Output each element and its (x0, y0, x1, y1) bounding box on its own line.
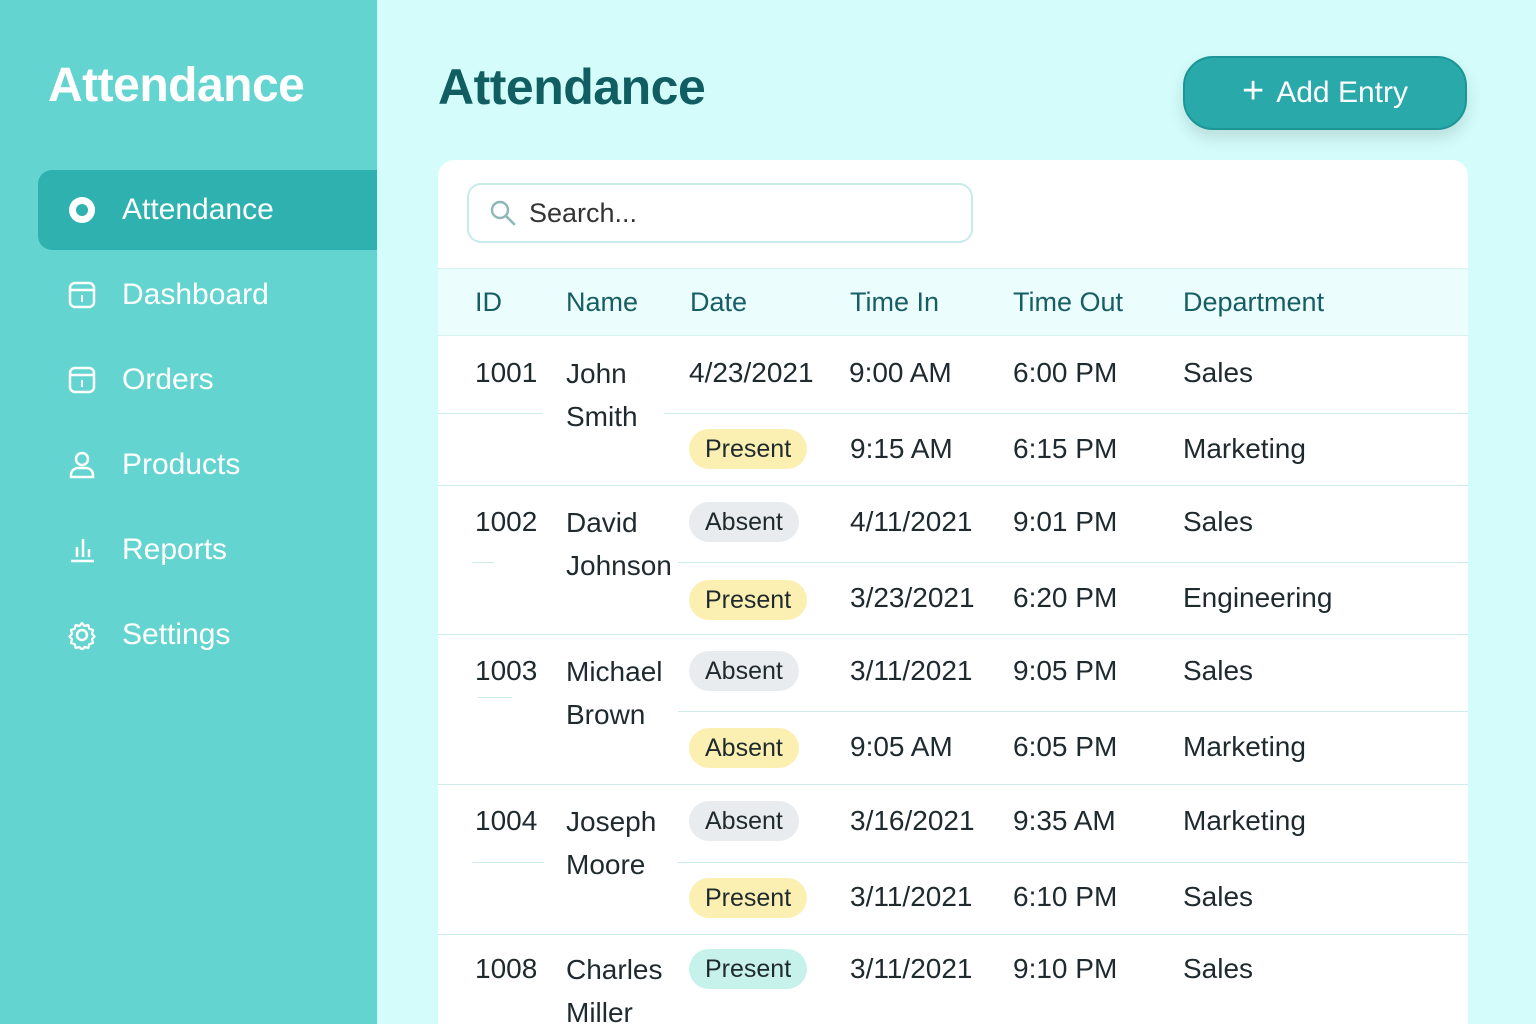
cell-time-in: 9:05 AM (850, 731, 953, 762)
cell-date: 3/23/2021 (850, 582, 975, 613)
radio-dot-icon (66, 194, 98, 226)
cell-id: 1002 (475, 506, 538, 537)
sidebar-item-dashboard[interactable]: Dashboard (38, 255, 377, 335)
page-title: Attendance (438, 59, 706, 115)
gear-icon (66, 619, 98, 651)
sidebar-item-label: Settings (122, 618, 231, 651)
column-header-time-out[interactable]: Time Out (1013, 287, 1123, 318)
cell-date: 4/11/2021 (850, 506, 973, 537)
sidebar-item-orders[interactable]: Orders (38, 340, 377, 420)
status-badge: Present (689, 949, 808, 989)
table-header: ID Name Date Time In Time Out Department (438, 268, 1468, 336)
status-badge: Absent (689, 651, 799, 691)
cell-time-out: 9:01 PM (1013, 506, 1118, 537)
cell-time-out: 6:20 PM (1013, 582, 1118, 613)
cell-name: Joseph Moore (566, 806, 657, 880)
cell-department: Marketing (1183, 731, 1306, 762)
table-row[interactable]: 1001 John Smith 4/23/2021 9:00 AM 6:00 P… (438, 337, 1468, 486)
cell-time-out: 6:05 PM (1013, 731, 1118, 762)
cell-date: 3/11/2021 (850, 953, 973, 984)
status-badge: Present (689, 580, 808, 620)
row-divider (678, 711, 1468, 712)
column-header-date[interactable]: Date (690, 287, 747, 318)
status-badge: Present (689, 429, 808, 469)
cell-date: 3/11/2021 (850, 881, 973, 912)
status-badge: Absent (689, 502, 799, 542)
bar-chart-icon (66, 534, 98, 566)
column-header-department[interactable]: Department (1183, 287, 1324, 318)
cell-time-out: 9:10 PM (1013, 953, 1118, 984)
cell-time-in: 9:00 AM (849, 357, 952, 388)
row-divider (678, 862, 1468, 863)
column-header-time-in[interactable]: Time In (850, 287, 939, 318)
sidebar-item-label: Orders (122, 363, 214, 396)
calendar-icon (66, 364, 98, 396)
row-divider (472, 862, 544, 863)
sidebar-item-reports[interactable]: Reports (38, 510, 377, 590)
row-divider (472, 562, 494, 563)
user-icon (66, 449, 98, 481)
row-divider (478, 697, 512, 698)
column-header-id[interactable]: ID (475, 287, 502, 318)
cell-id: 1008 (475, 953, 538, 984)
cell-time-out: 6:15 PM (1013, 433, 1118, 464)
cell-department: Sales (1183, 881, 1254, 912)
column-header-name[interactable]: Name (566, 287, 638, 318)
table-row[interactable]: 1003 Michael Brown Absent 3/11/2021 9:05… (438, 635, 1468, 785)
search-icon (490, 200, 516, 226)
cell-id: 1001 (475, 357, 538, 388)
status-badge: Absent (689, 801, 799, 841)
cell-name: John Smith (566, 358, 638, 432)
row-divider (664, 413, 1468, 414)
sidebar-item-settings[interactable]: Settings (38, 595, 377, 675)
sidebar-item-label: Attendance (122, 193, 274, 226)
cell-time-out: 9:35 AM (1013, 805, 1116, 836)
row-divider (678, 562, 1468, 563)
sidebar-item-attendance[interactable]: Attendance (38, 170, 377, 250)
attendance-card: ID Name Date Time In Time Out Department… (438, 160, 1468, 1024)
cell-department: Sales (1183, 655, 1254, 686)
status-badge: Present (689, 878, 808, 918)
cell-department: Sales (1183, 506, 1254, 537)
status-badge: Absent (689, 728, 799, 768)
cell-department: Sales (1183, 357, 1254, 388)
cell-time-out: 6:10 PM (1013, 881, 1118, 912)
table-row[interactable]: 1004 Joseph Moore Absent 3/16/2021 9:35 … (438, 785, 1468, 935)
search-box[interactable] (467, 183, 973, 243)
sidebar-item-label: Reports (122, 533, 228, 566)
sidebar-item-products[interactable]: Products (38, 425, 377, 505)
sidebar-item-label: Products (122, 448, 241, 481)
sidebar: Attendance Attendance Dashboard Orders P… (0, 0, 377, 1024)
search-input[interactable] (529, 197, 949, 229)
cell-time-out: 6:00 PM (1013, 357, 1118, 388)
sidebar-nav: Attendance Dashboard Orders Products Rep… (38, 170, 377, 680)
cell-name: David Johnson (566, 507, 672, 581)
cell-name: Michael Brown (566, 656, 663, 730)
cell-time-in: 9:15 AM (850, 433, 953, 464)
table-row[interactable]: 1002 David Johnson Absent 4/11/2021 9:01… (438, 486, 1468, 635)
app-brand: Attendance (48, 59, 305, 112)
table-row[interactable]: 1008 Charles Miller Present 3/11/2021 9:… (438, 935, 1468, 1024)
sidebar-item-label: Dashboard (122, 278, 269, 311)
row-divider (438, 413, 543, 414)
add-entry-button[interactable]: + Add Entry (1183, 56, 1467, 130)
cell-department: Marketing (1183, 433, 1306, 464)
cell-name: Charles Miller (566, 954, 663, 1024)
add-entry-label: Add Entry (1276, 76, 1408, 109)
cell-date: 3/11/2021 (850, 655, 973, 686)
cell-department: Engineering (1183, 582, 1333, 613)
cell-id: 1003 (475, 655, 538, 686)
cell-department: Sales (1183, 953, 1254, 984)
cell-date: 3/16/2021 (850, 805, 975, 836)
cell-date: 4/23/2021 (689, 357, 814, 388)
cell-time-out: 9:05 PM (1013, 655, 1118, 686)
calendar-icon (66, 279, 98, 311)
cell-department: Marketing (1183, 805, 1306, 836)
plus-icon: + (1242, 70, 1265, 112)
cell-id: 1004 (475, 805, 538, 836)
